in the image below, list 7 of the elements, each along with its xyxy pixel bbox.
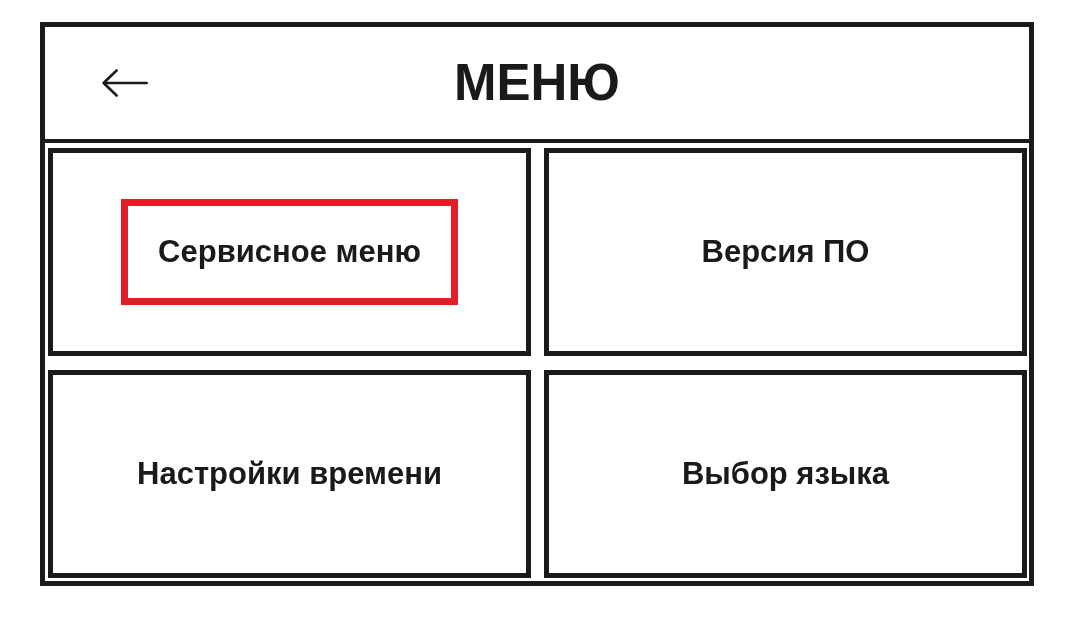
menu-tile[interactable]: Версия ПО <box>544 148 1027 356</box>
menu-tile[interactable]: Выбор языка <box>544 370 1027 578</box>
left-arrow-icon <box>102 69 148 97</box>
menu-tile[interactable]: Сервисное меню <box>48 148 531 356</box>
back-button[interactable] <box>102 69 148 97</box>
screen-title: МЕНЮ <box>454 54 620 112</box>
menu-tile[interactable]: Настройки времени <box>48 370 531 578</box>
